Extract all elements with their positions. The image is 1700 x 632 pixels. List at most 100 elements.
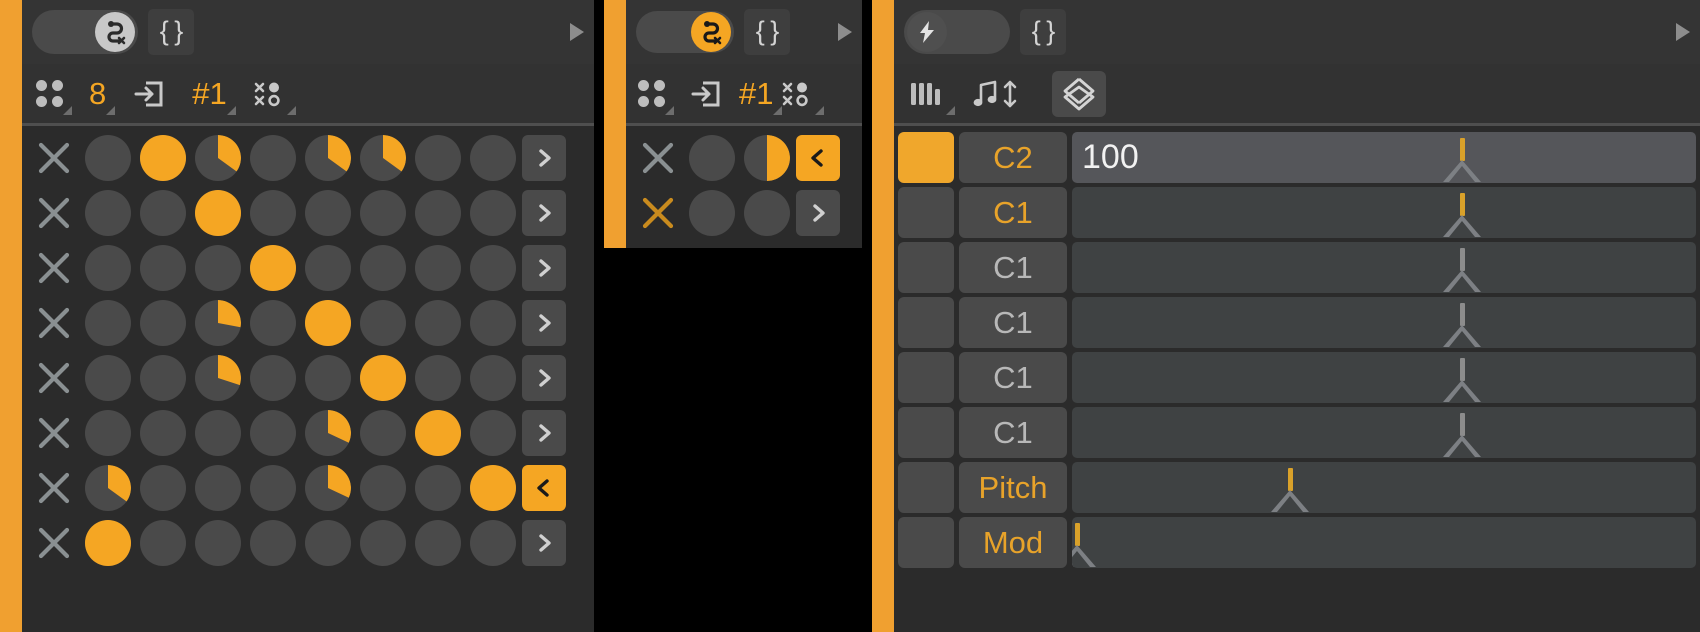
step-dot[interactable] — [414, 409, 461, 456]
step-dot[interactable] — [249, 134, 296, 181]
step-cell[interactable] — [300, 464, 355, 511]
note-enable-toggle[interactable] — [898, 132, 954, 183]
step-dot[interactable] — [194, 299, 241, 346]
step-dot[interactable] — [359, 299, 406, 346]
step-cell[interactable] — [245, 464, 300, 511]
step-cell[interactable] — [190, 354, 245, 401]
step-dot[interactable] — [249, 189, 296, 236]
step-dot[interactable] — [139, 244, 186, 291]
value-slider[interactable] — [1072, 297, 1696, 348]
preset-braces-button[interactable]: { } — [148, 9, 194, 55]
clear-row-button[interactable] — [28, 141, 80, 175]
clear-row-button[interactable] — [28, 196, 80, 230]
step-dot[interactable] — [359, 409, 406, 456]
step-cell[interactable] — [135, 519, 190, 566]
play-triangle-icon[interactable] — [1676, 23, 1690, 41]
step-dot[interactable] — [139, 409, 186, 456]
step-cell[interactable] — [190, 189, 245, 236]
step-cell[interactable] — [410, 189, 465, 236]
slider-handle[interactable] — [1072, 545, 1096, 567]
note-name-label[interactable]: C1 — [959, 352, 1067, 403]
step-cell[interactable] — [135, 134, 190, 181]
step-dot[interactable] — [469, 354, 516, 401]
clear-row-button[interactable] — [632, 141, 684, 175]
value-slider[interactable] — [1072, 407, 1696, 458]
clear-row-button[interactable] — [28, 361, 80, 395]
step-cell[interactable] — [684, 134, 739, 181]
step-cell[interactable] — [80, 189, 135, 236]
step-dot[interactable] — [304, 464, 351, 511]
step-dot[interactable] — [469, 189, 516, 236]
slider-handle[interactable] — [1271, 490, 1310, 512]
step-dot[interactable] — [469, 244, 516, 291]
row-direction-button[interactable] — [522, 409, 566, 456]
keyboard-icon[interactable] — [908, 71, 955, 117]
pattern-number[interactable]: #1 — [192, 71, 236, 117]
value-slider[interactable] — [1072, 242, 1696, 293]
step-cell[interactable] — [245, 244, 300, 291]
step-cell[interactable] — [355, 464, 410, 511]
step-cell[interactable] — [300, 244, 355, 291]
preset-braces-button[interactable]: { } — [744, 9, 790, 55]
note-enable-toggle[interactable] — [898, 462, 954, 513]
note-enable-toggle[interactable] — [898, 242, 954, 293]
step-dot[interactable] — [469, 464, 516, 511]
step-cell[interactable] — [190, 134, 245, 181]
step-dot[interactable] — [304, 409, 351, 456]
note-enable-toggle[interactable] — [898, 407, 954, 458]
clear-row-button[interactable] — [28, 251, 80, 285]
step-dot[interactable] — [743, 134, 790, 181]
snake-toggle[interactable] — [636, 11, 734, 53]
step-cell[interactable] — [300, 134, 355, 181]
step-cell[interactable] — [135, 354, 190, 401]
step-dot[interactable] — [84, 299, 131, 346]
row-direction-button[interactable] — [796, 189, 840, 236]
preset-braces-button[interactable]: { } — [1020, 9, 1066, 55]
step-dot[interactable] — [359, 519, 406, 566]
step-cell[interactable] — [245, 299, 300, 346]
note-name-label[interactable]: C2 — [959, 132, 1067, 183]
step-cell[interactable] — [135, 244, 190, 291]
step-dot[interactable] — [414, 134, 461, 181]
step-cell[interactable] — [245, 519, 300, 566]
step-dot[interactable] — [304, 134, 351, 181]
step-dot[interactable] — [304, 519, 351, 566]
row-direction-button[interactable] — [522, 299, 566, 346]
step-dot[interactable] — [469, 519, 516, 566]
step-cell[interactable] — [300, 409, 355, 456]
step-dot[interactable] — [304, 299, 351, 346]
step-dot[interactable] — [84, 244, 131, 291]
step-cell[interactable] — [355, 354, 410, 401]
value-slider[interactable] — [1072, 517, 1696, 568]
step-cell[interactable] — [80, 464, 135, 511]
step-cell[interactable] — [300, 189, 355, 236]
step-cell[interactable] — [355, 299, 410, 346]
note-name-label[interactable]: Mod — [959, 517, 1067, 568]
range-icon[interactable] — [1052, 70, 1106, 117]
note-name-label[interactable]: C1 — [959, 242, 1067, 293]
step-dot[interactable] — [688, 189, 735, 236]
snake-toggle[interactable] — [32, 10, 138, 54]
step-cell[interactable] — [684, 189, 739, 236]
note-enable-toggle[interactable] — [898, 352, 954, 403]
step-cell[interactable] — [739, 134, 794, 181]
clear-row-button[interactable] — [632, 196, 684, 230]
step-cell[interactable] — [135, 189, 190, 236]
play-triangle-icon[interactable] — [838, 23, 852, 41]
step-dot[interactable] — [139, 134, 186, 181]
note-enable-toggle[interactable] — [898, 297, 954, 348]
step-cell[interactable] — [245, 134, 300, 181]
note-enable-toggle[interactable] — [898, 517, 954, 568]
slider-handle[interactable] — [1443, 325, 1481, 347]
step-dot[interactable] — [194, 189, 241, 236]
step-cell[interactable] — [465, 189, 520, 236]
step-dot[interactable] — [139, 299, 186, 346]
step-dot[interactable] — [84, 354, 131, 401]
row-direction-button[interactable] — [522, 519, 566, 566]
step-dot[interactable] — [139, 519, 186, 566]
step-cell[interactable] — [245, 354, 300, 401]
step-dot[interactable] — [469, 409, 516, 456]
step-dot[interactable] — [304, 244, 351, 291]
slider-handle[interactable] — [1443, 435, 1481, 457]
step-cell[interactable] — [300, 299, 355, 346]
